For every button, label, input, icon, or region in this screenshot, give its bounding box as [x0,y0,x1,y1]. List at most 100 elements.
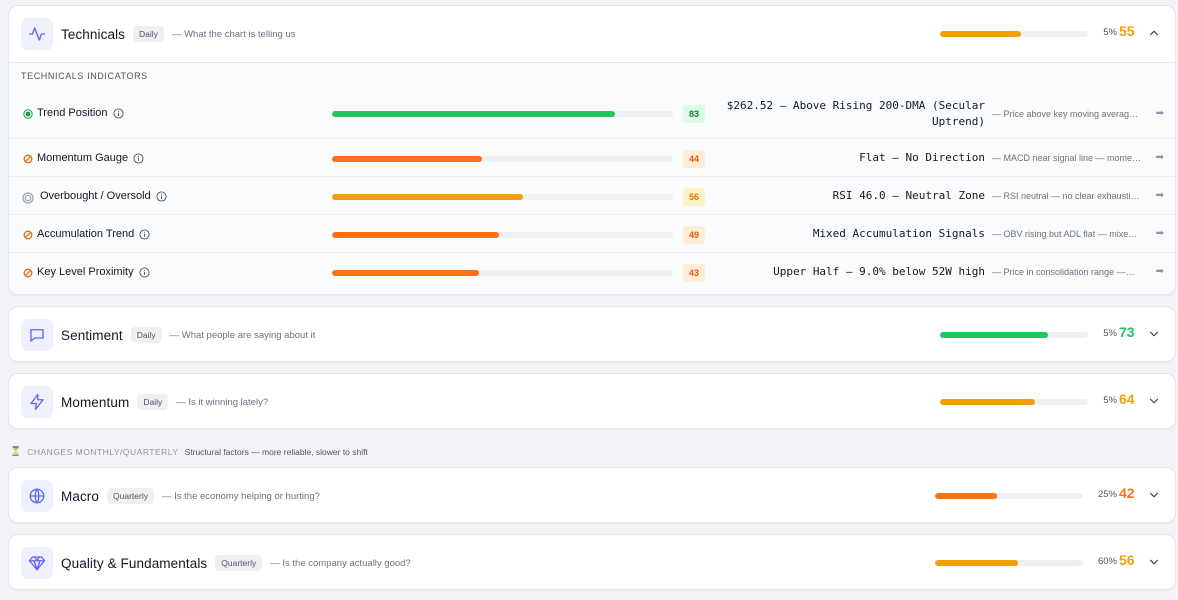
momentum-card-header[interactable]: Momentum Daily — Is it winning lately? 5… [9,374,1175,430]
globe-icon [21,480,53,512]
score-bar [940,31,1088,37]
indicator-bar [332,194,673,200]
arrow-right-icon[interactable]: ➡ [1156,152,1164,163]
score-value: 64 [1119,391,1135,407]
card-title: Macro [61,488,100,504]
indicator-name: Trend Position [37,107,108,119]
macro-card-header[interactable]: Macro Quarterly — Is the economy helping… [9,468,1175,524]
indicator-note: — OBV rising but ADL flat — mixe… [992,229,1138,239]
indicator-bar [332,270,673,276]
neutral-ring-icon [22,192,34,204]
message-square-icon [21,319,53,351]
weight-label: 5% [1103,27,1117,38]
indicator-note: — Price in consolidation range —… [992,267,1135,277]
momentum-card: Momentum Daily — Is it winning lately? 5… [8,373,1176,429]
indicator-reading: RSI 46.0 — Neutral Zone [832,189,985,202]
score-bar-fill [940,332,1049,338]
indicator-reading: Upper Half — 9.0% below 52W high [773,265,985,278]
frequency-badge: Daily [130,327,162,343]
card-subtitle: — What the chart is telling us [171,28,296,40]
score-bar [935,560,1083,566]
info-icon[interactable] [139,228,150,240]
arrow-right-icon[interactable]: ➡ [1156,228,1164,239]
info-icon[interactable] [156,190,167,202]
hourglass-icon: ⏳ [10,446,22,456]
indicator-note: — MACD near signal line — mome… [992,153,1142,163]
macro-card: Macro Quarterly — Is the economy helping… [8,467,1176,523]
info-icon[interactable] [112,107,124,119]
score-bar [935,493,1083,499]
indicator-name: Accumulation Trend [37,228,135,240]
technicals-indicators-panel: TECHNICALS INDICATORS Trend Position 83 … [9,62,1175,294]
arrow-right-icon[interactable]: ➡ [1156,190,1164,201]
indicator-bar-fill [332,194,523,200]
score-bar-fill [935,560,1018,566]
indicator-name-wrap: Trend Position [37,107,124,119]
indicator-reading: $262.52 — Above Rising 200-DMA (Secular … [726,99,985,128]
chevron-up-icon[interactable] [1147,26,1161,40]
indicator-row[interactable]: Overbought / Oversold 56 RSI 46.0 — Neut… [9,176,1175,214]
chevron-down-icon[interactable] [1147,327,1161,341]
score-bar-fill [940,399,1035,405]
sentiment-card-header[interactable]: Sentiment Daily — What people are saying… [9,307,1175,363]
indicator-name: Key Level Proximity [37,266,134,278]
weight-label: 60% [1097,556,1117,567]
indicator-reading: Flat — No Direction [859,151,985,164]
indicator-bar-fill [332,156,483,162]
group-label: ⏳ CHANGES MONTHLY/QUARTERLY Structural f… [10,446,368,457]
indicator-name-wrap: Accumulation Trend [37,228,150,240]
card-title: Quality & Fundamentals [61,555,208,571]
indicator-row[interactable]: Momentum Gauge 44 Flat — No Direction — … [9,138,1175,176]
card-subtitle: — Is the company actually good? [270,557,411,569]
indicator-name-wrap: Overbought / Oversold [40,190,167,202]
score-value: 42 [1119,485,1135,501]
indicator-note: — Price above key moving averag… [992,109,1139,119]
technicals-card: Technicals Daily — What the chart is tel… [8,5,1176,295]
card-subtitle: — What people are saying about it [169,329,316,341]
indicator-name: Overbought / Oversold [40,190,151,202]
indicator-name-wrap: Momentum Gauge [37,152,144,164]
technicals-card-header[interactable]: Technicals Daily — What the chart is tel… [9,6,1175,62]
lightning-icon [21,386,53,418]
slash-circle-icon [23,154,33,164]
score-bar [940,399,1088,405]
slash-circle-icon [23,230,33,240]
frequency-badge: Quarterly [215,555,263,571]
score-value: 56 [1119,552,1135,568]
indicator-bar-fill [332,111,616,117]
card-title: Sentiment [61,327,123,343]
activity-icon [21,18,53,50]
weight-label: 5% [1103,328,1117,339]
group-description: Structural factors — more reliable, slow… [184,446,368,457]
indicator-row[interactable]: Key Level Proximity 43 Upper Half — 9.0%… [9,252,1175,290]
indicator-score: 83 [683,105,705,123]
indicator-note: — RSI neutral — no clear exhausti… [992,191,1140,201]
quality-card-header[interactable]: Quality & Fundamentals Quarterly — Is th… [9,535,1175,591]
indicator-score: 56 [683,188,705,206]
arrow-right-icon[interactable]: ➡ [1156,266,1164,277]
section-label: TECHNICALS INDICATORS [21,71,148,81]
slash-circle-icon [23,268,33,278]
weight-label: 5% [1103,395,1117,406]
score-value: 73 [1119,324,1135,340]
chevron-down-icon[interactable] [1147,555,1161,569]
indicator-row[interactable]: Trend Position 83 $262.52 — Above Rising… [9,90,1175,138]
info-icon[interactable] [133,152,144,164]
indicator-reading: Mixed Accumulation Signals [812,227,985,240]
indicator-score: 43 [683,264,705,282]
arrow-right-icon[interactable]: ➡ [1156,108,1164,119]
indicator-name: Momentum Gauge [37,152,129,164]
indicator-bar-fill [332,232,500,238]
info-icon[interactable] [139,266,150,278]
indicator-score: 49 [683,226,705,244]
card-subtitle: — Is the economy helping or hurting? [161,490,320,502]
chevron-down-icon[interactable] [1147,488,1161,502]
weight-label: 25% [1097,489,1117,500]
frequency-badge: Daily [133,26,164,42]
card-title: Momentum [61,394,130,410]
indicator-name-wrap: Key Level Proximity [37,266,150,278]
chevron-down-icon[interactable] [1147,394,1161,408]
indicator-row[interactable]: Accumulation Trend 49 Mixed Accumulation… [9,214,1175,252]
card-subtitle: — Is it winning lately? [176,396,269,408]
card-title: Technicals [61,26,126,42]
